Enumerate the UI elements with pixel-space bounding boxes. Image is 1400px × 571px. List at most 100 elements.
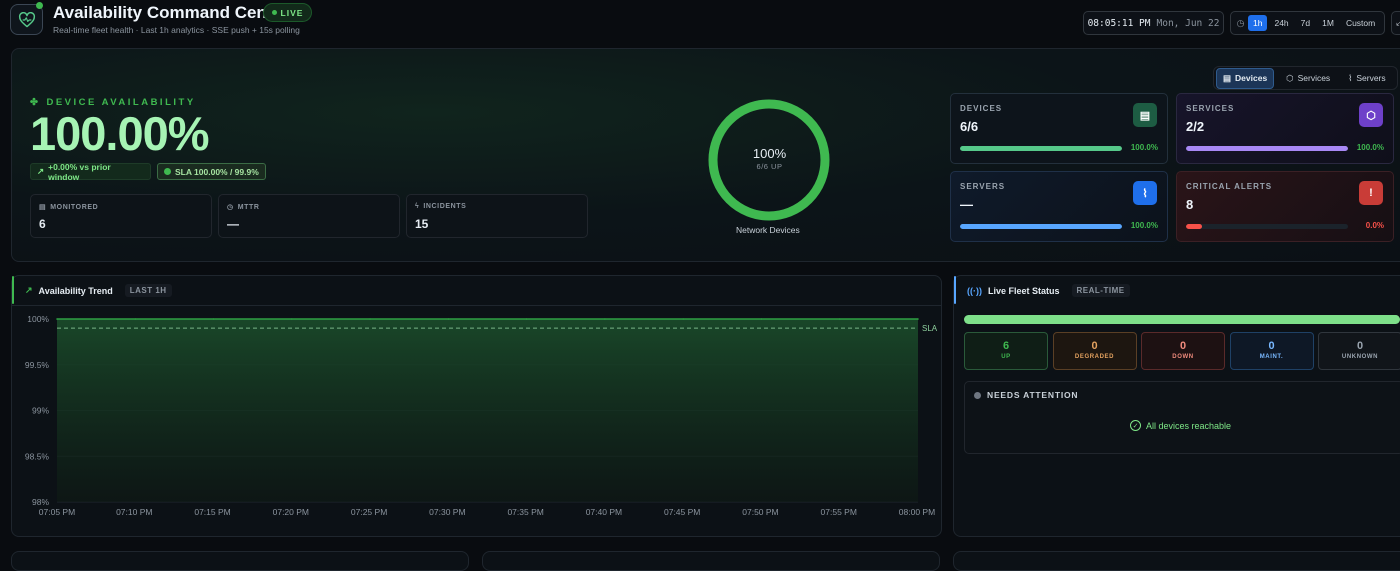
ring-caption: Network Devices	[736, 225, 800, 235]
fleet-count-unknown[interactable]: 0 UNKNOWN	[1318, 332, 1400, 370]
data-point	[682, 318, 684, 320]
card-value: 6/6	[960, 119, 979, 134]
ring-percent: 100%	[752, 146, 787, 161]
trend-chart: 100% 99.5% 99% 98.5% 98% SLA 07:05 PM 07:10 PM 0…	[25, 314, 938, 517]
clock-date: Mon, Jun 22	[1156, 17, 1220, 29]
live-badge: LIVE	[263, 3, 312, 22]
range-24h[interactable]: 24h	[1269, 15, 1293, 31]
stat-mttr: ◷ MTTR —	[218, 194, 400, 238]
tab-servers-label: Servers	[1356, 73, 1386, 83]
trend-header: ↗ Availability Trend LAST 1H	[25, 284, 172, 297]
y-tick-label: 99.5%	[25, 360, 50, 370]
fleet-count-up[interactable]: 6 UP	[964, 332, 1048, 370]
count-value: 0	[1356, 340, 1364, 352]
x-tick-label: 07:25 PM	[351, 507, 387, 517]
y-tick-label: 98.5%	[25, 451, 50, 461]
card-label: SERVERS	[960, 182, 1006, 191]
summary-card-servers[interactable]: SERVERS — ⌇ 100.0%	[950, 171, 1168, 242]
y-tick-label: 99%	[32, 406, 49, 416]
bottom-panel-3	[953, 551, 1400, 571]
all-reachable-text: All devices reachable	[1146, 420, 1232, 431]
card-progress-fill	[1186, 146, 1348, 151]
stat-incidents: ϟ INCIDENTS 15	[406, 194, 588, 238]
x-tick-label: 07:30 PM	[429, 507, 465, 517]
activity-icon: ⌇	[1133, 181, 1157, 205]
count-value: 6	[1002, 340, 1010, 352]
trend-title: Availability Trend	[38, 285, 113, 296]
range-1m[interactable]: 1M	[1317, 15, 1339, 31]
fleet-count-down[interactable]: 0 DOWN	[1141, 332, 1225, 370]
needs-attention-title: NEEDS ATTENTION	[987, 390, 1079, 400]
sla-chip-label: SLA 100.00% / 99.9%	[175, 166, 259, 177]
tab-servers[interactable]: ⌇ Servers	[1342, 69, 1391, 88]
card-label: CRITICAL ALERTS	[1186, 182, 1273, 191]
range-custom[interactable]: Custom	[1341, 15, 1380, 31]
fleet-health-bar	[964, 315, 1400, 324]
card-progress	[1186, 224, 1348, 229]
trend-arrow-icon: ↗	[37, 166, 45, 176]
x-tick-label: 07:40 PM	[586, 507, 622, 517]
count-label: DEGRADED	[1074, 354, 1115, 360]
server-icon: ▤	[39, 204, 47, 211]
server-icon: ▤	[1133, 103, 1157, 127]
summary-card-critical-alerts[interactable]: CRITICAL ALERTS 8! 0.0%	[1176, 171, 1394, 242]
bottom-panel-1	[11, 551, 469, 571]
needs-attention-header: NEEDS ATTENTION	[974, 390, 1078, 400]
x-tick-label: 07:55 PM	[821, 507, 857, 517]
stat-label: MONITORED	[50, 203, 99, 211]
range-7d[interactable]: 7d	[1296, 15, 1315, 31]
fleet-count-degraded[interactable]: 0 DEGRADED	[1052, 332, 1137, 370]
sla-dot-icon	[164, 168, 171, 175]
data-point	[525, 318, 528, 320]
data-point	[212, 318, 215, 320]
y-tick-label: 100%	[27, 314, 49, 324]
fleet-title: Live Fleet Status	[988, 285, 1060, 296]
shield-icon: ⬡	[1286, 72, 1294, 83]
x-tick-label: 08:00 PM	[899, 507, 935, 517]
data-point	[447, 318, 450, 320]
data-point	[134, 318, 137, 320]
card-progress	[960, 224, 1122, 229]
availability-area	[57, 319, 918, 502]
data-point	[369, 318, 371, 320]
tab-devices[interactable]: ▤ Devices	[1216, 67, 1275, 89]
x-tick-label: 07:35 PM	[507, 507, 543, 517]
x-tick-label: 07:15 PM	[194, 507, 230, 517]
range-1h[interactable]: 1h	[1248, 15, 1268, 31]
card-progress	[960, 146, 1122, 151]
card-progress	[1186, 146, 1348, 151]
card-value: —	[960, 197, 973, 212]
stat-value: 15	[415, 217, 429, 231]
expand-icon: ⤢	[1396, 17, 1400, 27]
view-tabs: ▤ Devices ⬡ Services ⌇ Servers	[1213, 66, 1398, 90]
count-label: UNKNOWN	[1341, 354, 1379, 360]
summary-card-services[interactable]: SERVICES 2/2 ⬡ 100.0%	[1176, 93, 1394, 164]
trend-icon: ↗	[25, 285, 33, 295]
card-value: 2/2	[1186, 119, 1205, 134]
expand-button[interactable]: ⤢	[1391, 11, 1400, 35]
x-tick-label: 07:10 PM	[116, 507, 152, 517]
count-value: 0	[1091, 340, 1098, 352]
delta-chip-label: +0.00% vs prior window	[48, 161, 111, 182]
x-tick-label: 07:45 PM	[664, 507, 700, 517]
count-value: 0	[1268, 340, 1275, 352]
status-dot-icon	[974, 391, 981, 399]
sla-label: SLA	[922, 324, 938, 333]
card-percent: 100.0%	[1356, 143, 1384, 152]
page-subtitle: Real-time fleet health · Last 1h analyti…	[53, 25, 300, 35]
count-label: UP	[1001, 354, 1011, 360]
all-reachable-message: ✓ All devices reachable	[1130, 420, 1231, 431]
fleet-tag: REAL-TIME	[1071, 284, 1130, 297]
summary-card-devices[interactable]: DEVICES 6/6 ▤ 100.0%	[950, 93, 1168, 164]
card-percent: 0.0%	[1365, 221, 1384, 230]
card-percent: 100.0%	[1130, 143, 1158, 152]
card-progress-fill	[960, 224, 1122, 229]
clock-icon: ◷	[1236, 17, 1245, 28]
clock-time: 08:05:11 PM	[1087, 17, 1151, 29]
tab-services[interactable]: ⬡ Services	[1280, 69, 1336, 88]
clock-icon: ◷	[227, 204, 234, 211]
x-tick-label: 07:20 PM	[273, 507, 309, 517]
page-title: Availability Command Center	[53, 3, 289, 22]
fleet-count-maint[interactable]: 0 MAINT.	[1229, 332, 1314, 370]
card-label: DEVICES	[960, 104, 1003, 113]
